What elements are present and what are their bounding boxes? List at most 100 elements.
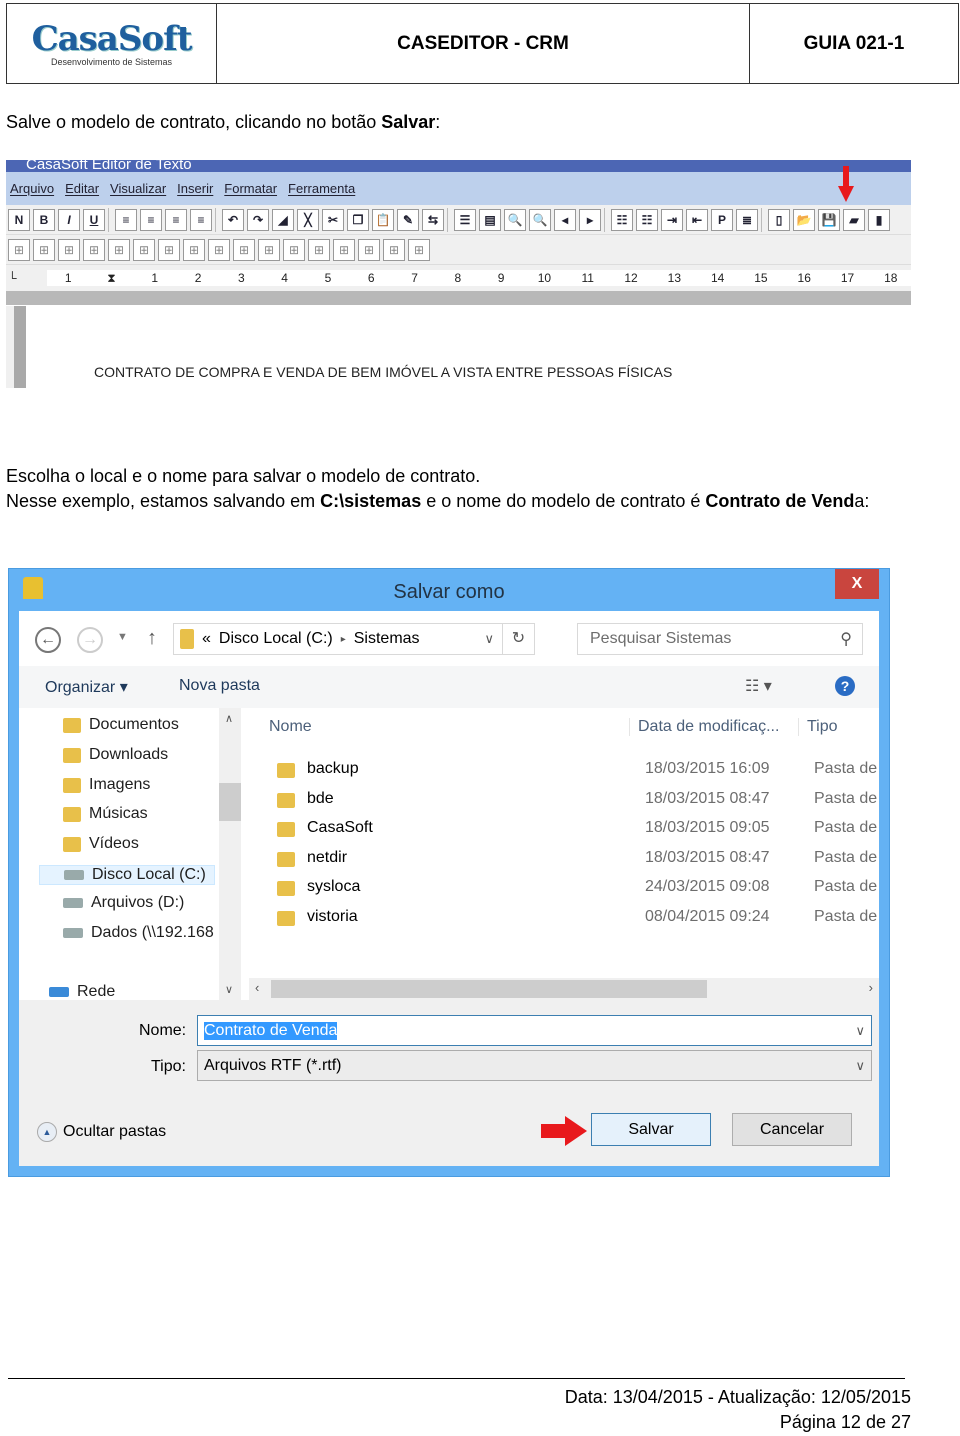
file-row[interactable]: CasaSoft 18/03/2015 09:05 Pasta de a [249, 815, 879, 843]
table-cell2-icon[interactable]: ⊞ [333, 238, 355, 261]
breadcrumb-folder[interactable]: Sistemas [354, 630, 420, 648]
close-button[interactable]: X [835, 569, 879, 599]
breadcrumb-separator[interactable]: ▸ [341, 634, 346, 645]
numbered-list-icon[interactable]: ☷ [636, 208, 658, 231]
nav-item-1[interactable]: Downloads [63, 746, 168, 764]
breadcrumb-drive[interactable]: Disco Local (C:) [219, 630, 333, 648]
table-grid-icon[interactable]: ⊞ [158, 238, 180, 261]
column-date[interactable]: Data de modificaç... [629, 718, 779, 736]
normal-icon[interactable]: N [8, 208, 30, 231]
nav-item-8[interactable]: Rede [49, 983, 115, 1001]
highlight-icon[interactable]: ◢ [272, 208, 294, 231]
cut-icon[interactable]: ✂ [322, 208, 344, 231]
organize-button[interactable]: Organizar ▾ [45, 677, 128, 697]
table-split-icon[interactable]: ⊞ [208, 238, 230, 261]
view-options-icon[interactable]: ☷ ▾ [745, 676, 772, 696]
table-col-left-icon[interactable]: ⊞ [108, 238, 130, 261]
align-center-icon[interactable]: ≡ [140, 208, 162, 231]
filename-input[interactable]: Contrato de Venda ∨ [197, 1015, 872, 1046]
undo-icon[interactable]: ↶ [222, 208, 244, 231]
nav-item-2[interactable]: Imagens [63, 776, 150, 794]
address-bar[interactable]: « Disco Local (C:) ▸ Sistemas ∨ ↻ [173, 623, 535, 655]
recent-dropdown-icon[interactable]: ▼ [117, 631, 128, 643]
page-small-icon[interactable]: ▤ [479, 208, 501, 231]
file-row[interactable]: bde 18/03/2015 08:47 Pasta de a [249, 786, 879, 814]
page-icon[interactable]: ☰ [454, 208, 476, 231]
replace-icon[interactable]: ⇆ [422, 208, 444, 231]
table-row-above-icon[interactable]: ⊞ [58, 238, 80, 261]
table-cell4-icon[interactable]: ⊞ [383, 238, 405, 261]
justify-icon[interactable]: ≡ [165, 208, 187, 231]
menu-item-inserir[interactable]: Inserir [177, 181, 213, 196]
paste-icon[interactable]: 📋 [372, 208, 394, 231]
nav-item-4[interactable]: Vídeos [63, 835, 139, 853]
help-icon[interactable]: ? [835, 676, 855, 696]
new-folder-button[interactable]: Nova pasta [179, 677, 260, 695]
nav-item-5[interactable]: Disco Local (C:) [39, 865, 215, 885]
table-col-right-icon[interactable]: ⊞ [133, 238, 155, 261]
bullet-list-icon[interactable]: ☷ [611, 208, 633, 231]
horizontal-scrollbar[interactable]: ‹ › [249, 978, 879, 1000]
prev-page-icon[interactable]: ◂ [554, 208, 576, 231]
menu-item-ferramenta[interactable]: Ferramenta [288, 181, 355, 196]
table-borders-icon[interactable]: ⊞ [233, 238, 255, 261]
outdent-icon[interactable]: ⇤ [686, 208, 708, 231]
save-icon[interactable]: 💾 [818, 208, 840, 231]
chevron-down-icon[interactable]: ∨ [855, 1023, 865, 1039]
hide-folders-button[interactable]: ▲ Ocultar pastas [37, 1122, 166, 1142]
refresh-icon[interactable]: ↻ [502, 624, 534, 654]
menu-item-arquivo[interactable]: Arquivo [10, 181, 54, 196]
clear-icon[interactable]: ╳ [297, 208, 319, 231]
nav-item-6[interactable]: Arquivos (D:) [63, 894, 184, 912]
table-none-icon[interactable]: ⊞ [283, 238, 305, 261]
menu-item-visualizar[interactable]: Visualizar [110, 181, 166, 196]
format-paint-icon[interactable]: ✎ [397, 208, 419, 231]
zoom-in-icon[interactable]: 🔍 [529, 208, 551, 231]
table-insert-row-icon[interactable]: ⊞ [33, 238, 55, 261]
file-type-select[interactable]: Arquivos RTF (*.rtf) ∨ [197, 1050, 872, 1081]
next-page-icon[interactable]: ▸ [579, 208, 601, 231]
nav-item-7[interactable]: Dados (\\192.168 [63, 924, 214, 942]
table-cell5-icon[interactable]: ⊞ [408, 238, 430, 261]
table-icon[interactable]: ⊞ [8, 238, 30, 261]
up-button[interactable]: ↑ [147, 627, 157, 650]
new-file-icon[interactable]: ▯ [768, 208, 790, 231]
nav-item-3[interactable]: Músicas [63, 805, 148, 823]
save-button[interactable]: Salvar [591, 1113, 711, 1146]
back-button[interactable]: ← [35, 627, 61, 653]
indent-icon[interactable]: ⇥ [661, 208, 683, 231]
open-folder-icon[interactable]: 📂 [793, 208, 815, 231]
italic-icon[interactable]: I [58, 208, 80, 231]
export-icon[interactable]: ▰ [843, 208, 865, 231]
file-row[interactable]: backup 18/03/2015 16:09 Pasta de a [249, 756, 879, 784]
align-left-icon[interactable]: ≡ [115, 208, 137, 231]
chevron-down-icon[interactable]: ∨ [484, 631, 494, 647]
scroll-thumb[interactable] [219, 783, 241, 821]
align-right-icon[interactable]: ≡ [190, 208, 212, 231]
menu-item-editar[interactable]: Editar [65, 181, 99, 196]
breadcrumb-overflow[interactable]: « [202, 630, 211, 648]
table-inner-icon[interactable]: ⊞ [258, 238, 280, 261]
redo-icon[interactable]: ↷ [247, 208, 269, 231]
copy-icon[interactable]: ❐ [347, 208, 369, 231]
break-icon[interactable]: ≣ [736, 208, 758, 231]
bold-icon[interactable]: B [33, 208, 55, 231]
file-row[interactable]: netdir 18/03/2015 08:47 Pasta de a [249, 845, 879, 873]
table-row-below-icon[interactable]: ⊞ [83, 238, 105, 261]
file-row[interactable]: sysloca 24/03/2015 09:08 Pasta de a [249, 874, 879, 902]
column-type[interactable]: Tipo [798, 718, 838, 736]
nav-scrollbar[interactable]: ∧ ∨ [219, 708, 241, 1000]
search-input[interactable]: Pesquisar Sistemas ⚲ [577, 623, 863, 655]
table-merge-icon[interactable]: ⊞ [183, 238, 205, 261]
column-name[interactable]: Nome [269, 718, 312, 736]
underline-icon[interactable]: U [83, 208, 105, 231]
chevron-down-icon[interactable]: ∨ [855, 1058, 865, 1074]
cancel-button[interactable]: Cancelar [732, 1113, 852, 1146]
zoom-out-icon[interactable]: 🔍 [504, 208, 526, 231]
menu-item-formatar[interactable]: Formatar [224, 181, 277, 196]
forward-button[interactable]: → [77, 627, 103, 653]
protect-icon[interactable]: P [711, 208, 733, 231]
table-cell-icon[interactable]: ⊞ [308, 238, 330, 261]
table-cell3-icon[interactable]: ⊞ [358, 238, 380, 261]
nav-item-0[interactable]: Documentos [63, 716, 179, 734]
